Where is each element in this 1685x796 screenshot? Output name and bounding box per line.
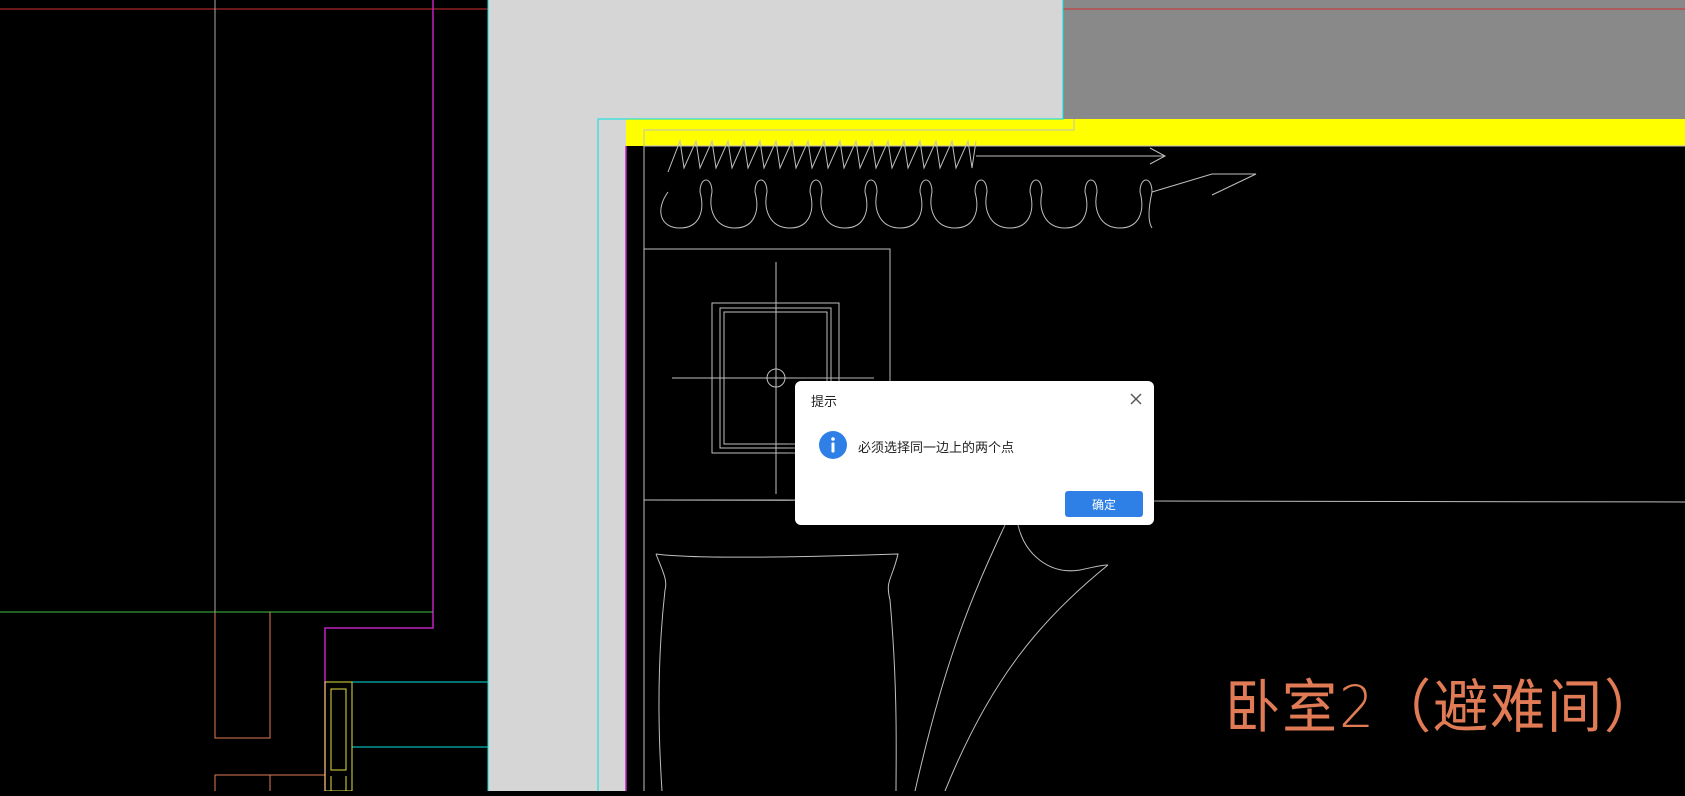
orange-box [214, 612, 271, 739]
dialog-title: 提示 [811, 395, 838, 410]
magenta-line-1 [324, 0, 434, 791]
dark-fill-top-right [1063, 0, 1685, 119]
room-label: 卧室2（避难间） [1225, 673, 1661, 741]
info-icon [819, 431, 847, 459]
blanket-fold-2 [944, 564, 1109, 792]
blanket-fold-3 [1017, 524, 1109, 572]
yellow-fixture-outer [324, 681, 353, 792]
blanket-fold-1 [914, 524, 1006, 792]
alert-dialog: 提示 必须选择同一边上的两个点 确定 [795, 381, 1154, 525]
yellow-fixture-inner [330, 688, 347, 771]
pillow-right [655, 553, 899, 792]
pillow-left [655, 553, 667, 792]
dialog-message: 必须选择同一边上的两个点 [858, 441, 1015, 456]
curtain-end [1151, 173, 1257, 196]
yellow-wall [626, 119, 1685, 146]
close-icon[interactable] [1128, 391, 1144, 407]
wall-fill-left [488, 0, 598, 791]
curtain-scallops [660, 179, 1153, 229]
ok-button[interactable]: 确定 [1065, 491, 1143, 517]
wall-fill-inner [598, 119, 626, 791]
